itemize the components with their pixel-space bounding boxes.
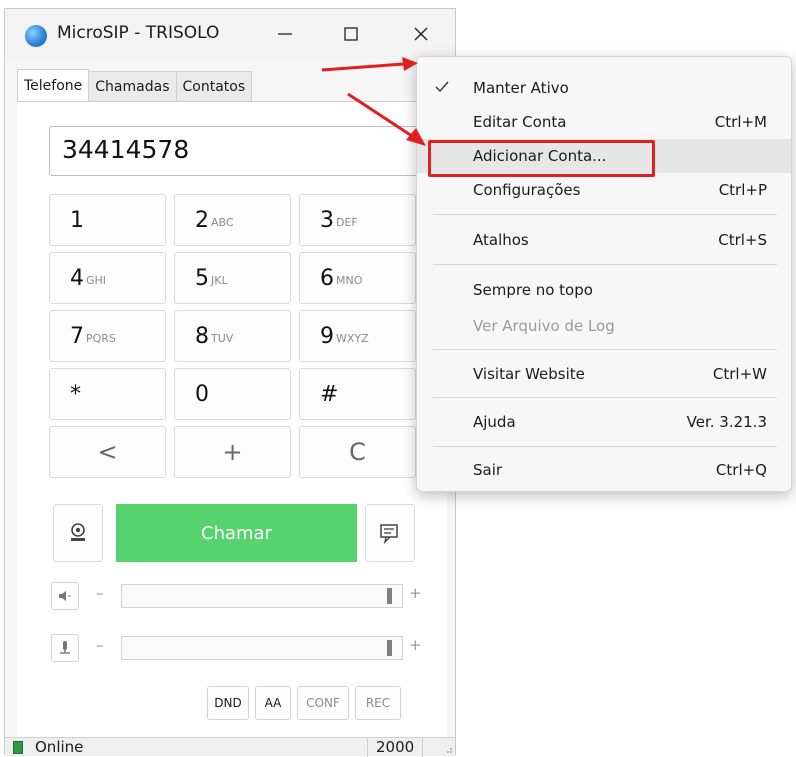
message-icon xyxy=(380,524,398,544)
clear-button[interactable]: C xyxy=(299,426,416,478)
mic-minus: – xyxy=(96,636,104,654)
maximize-button[interactable] xyxy=(321,13,381,55)
call-button[interactable]: Chamar xyxy=(116,504,357,562)
slider-thumb[interactable] xyxy=(387,640,392,656)
number-input-value: 34414578 xyxy=(62,135,190,164)
video-icon xyxy=(71,523,85,541)
record-button[interactable]: REC xyxy=(355,686,401,720)
mic-plus: + xyxy=(409,636,422,654)
status-led-icon xyxy=(13,741,23,754)
key-7[interactable]: 7 PQRS xyxy=(49,310,166,362)
status-extension: 2000 xyxy=(367,738,424,757)
mic-volume-slider[interactable] xyxy=(121,636,403,660)
menu-item-manter-ativo[interactable]: Manter Ativo xyxy=(417,71,791,105)
menu-separator xyxy=(433,349,777,350)
tab-telefone[interactable]: Telefone xyxy=(17,69,90,101)
close-icon xyxy=(414,27,428,41)
app-icon xyxy=(25,25,47,47)
dnd-button[interactable]: DND xyxy=(207,686,249,720)
speaker-plus: + xyxy=(409,584,422,602)
window-title: MicroSIP - TRISOLO xyxy=(57,23,220,43)
resize-grip-icon[interactable] xyxy=(445,746,453,754)
speaker-mute-button[interactable] xyxy=(51,582,79,610)
status-text[interactable]: Online xyxy=(35,738,83,756)
key-6[interactable]: 6 MNO xyxy=(299,252,416,304)
tab-contatos[interactable]: Contatos xyxy=(175,71,253,101)
menu-item-editar-conta[interactable]: Editar Conta Ctrl+M xyxy=(417,105,791,139)
key-2[interactable]: 2 ABC xyxy=(174,194,291,246)
backspace-button[interactable]: < xyxy=(49,426,166,478)
close-button[interactable] xyxy=(391,13,451,55)
key-9[interactable]: 9 WXYZ xyxy=(299,310,416,362)
key-5[interactable]: 5 JKL xyxy=(174,252,291,304)
key-4[interactable]: 4 GHI xyxy=(49,252,166,304)
telefone-panel: 34414578 1 2 ABC 3 DEF 4 GHI 5 JKL 6 MNO 7 PQR… xyxy=(17,101,447,737)
key-star[interactable]: * xyxy=(49,368,166,420)
title-bar[interactable]: MicroSIP - TRISOLO xyxy=(5,9,455,59)
key-hash[interactable]: # xyxy=(299,368,416,420)
status-bar: Online 2000 xyxy=(5,737,455,757)
menu-separator xyxy=(433,397,777,398)
check-icon xyxy=(435,81,449,93)
mic-mute-button[interactable] xyxy=(51,634,79,662)
annotation-arrow-icon xyxy=(347,92,426,146)
menu-item-ajuda[interactable]: Ajuda Ver. 3.21.3 xyxy=(417,405,791,439)
menu-item-ver-arquivo-de-log: Ver Arquivo de Log xyxy=(473,317,615,335)
menu-separator xyxy=(433,446,777,447)
annotation-highlight-box xyxy=(428,140,655,177)
speaker-icon xyxy=(59,591,71,601)
account-context-menu: Manter Ativo Editar Conta Ctrl+M Adicion… xyxy=(416,56,792,492)
conference-button[interactable]: CONF xyxy=(297,686,349,720)
minimize-button[interactable] xyxy=(255,13,315,55)
menu-item-atalhos[interactable]: Atalhos Ctrl+S xyxy=(417,223,791,257)
microphone-icon xyxy=(60,641,70,654)
slider-thumb[interactable] xyxy=(387,588,392,604)
key-1[interactable]: 1 xyxy=(49,194,166,246)
menu-separator xyxy=(433,214,777,215)
menu-item-configuracoes[interactable]: Configurações Ctrl+P xyxy=(417,173,791,207)
speaker-minus: – xyxy=(96,584,104,602)
key-8[interactable]: 8 TUV xyxy=(174,310,291,362)
speaker-volume-slider[interactable] xyxy=(121,584,403,608)
video-call-button[interactable] xyxy=(53,504,103,562)
tab-strip: Telefone Chamadas Contatos xyxy=(17,69,253,101)
key-3[interactable]: 3 DEF xyxy=(299,194,416,246)
auto-answer-button[interactable]: AA xyxy=(255,686,291,720)
annotation-arrow-icon xyxy=(321,57,418,72)
plus-button[interactable]: + xyxy=(174,426,291,478)
menu-item-visitar-website[interactable]: Visitar Website Ctrl+W xyxy=(417,357,791,391)
menu-item-sair[interactable]: Sair Ctrl+Q xyxy=(417,453,791,487)
menu-item-sempre-no-topo[interactable]: Sempre no topo xyxy=(417,273,791,307)
minimize-icon xyxy=(278,33,292,35)
message-button[interactable] xyxy=(365,504,415,562)
menu-separator xyxy=(433,264,777,265)
tab-chamadas[interactable]: Chamadas xyxy=(88,71,177,101)
key-0[interactable]: 0 xyxy=(174,368,291,420)
maximize-icon xyxy=(344,27,358,41)
